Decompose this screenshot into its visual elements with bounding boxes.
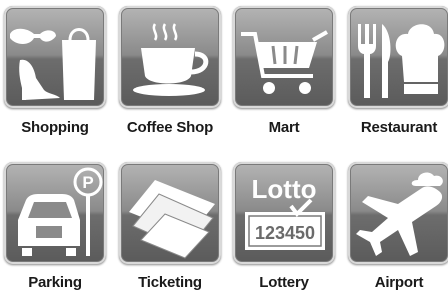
parking-label: Parking: [28, 274, 82, 291]
lotto-number: 123450: [255, 223, 315, 243]
mart-label: Mart: [268, 119, 300, 136]
car-parking-icon: P: [18, 167, 103, 256]
chef-hat-cutlery-icon: [358, 24, 445, 98]
lotto-ticket-icon: Lotto 123450: [245, 174, 325, 250]
airport-label: Airport: [374, 274, 424, 291]
coffee-shop-tile[interactable]: [119, 6, 221, 108]
coffee-cup-icon: [133, 23, 209, 96]
lottery-label: Lottery: [259, 274, 309, 291]
restaurant-tile[interactable]: [348, 6, 448, 108]
lottery-tile[interactable]: Lotto 123450: [233, 162, 335, 264]
shopping-icon: [10, 28, 96, 100]
coffee-shop-label: Coffee Shop: [126, 119, 214, 136]
parking-tile[interactable]: P: [4, 162, 106, 264]
shopping-tile[interactable]: [4, 6, 106, 108]
tickets-icon: [129, 180, 215, 259]
shopping-cart-icon: [241, 30, 328, 94]
airport-tile[interactable]: [348, 162, 448, 264]
ticketing-tile[interactable]: [119, 162, 221, 264]
airplane-icon: [356, 172, 443, 256]
restaurant-label: Restaurant: [360, 119, 438, 136]
lotto-heading: Lotto: [252, 174, 317, 204]
ticketing-label: Ticketing: [138, 274, 202, 291]
mart-tile[interactable]: [233, 6, 335, 108]
shopping-label: Shopping: [21, 119, 89, 136]
svg-text:P: P: [82, 173, 93, 192]
